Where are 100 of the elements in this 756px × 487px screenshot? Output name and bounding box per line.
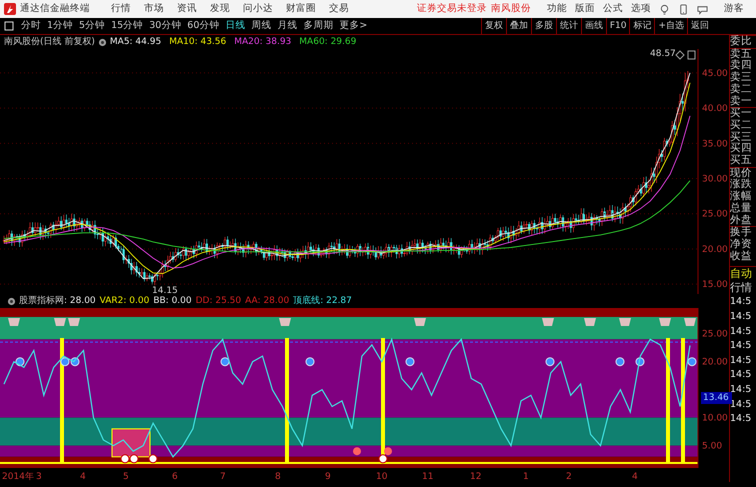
- axis-label: 5: [123, 472, 129, 482]
- axis-label: 25.00: [702, 330, 728, 340]
- period-tab[interactable]: 周线: [248, 18, 274, 34]
- notch-marker: [279, 318, 291, 326]
- quote-label: 买四: [730, 143, 753, 154]
- quote-label: 收益: [730, 250, 753, 262]
- marker-dot: [616, 357, 624, 366]
- toolbar-button[interactable]: 多股: [530, 18, 556, 34]
- user-name[interactable]: 游客: [724, 2, 744, 16]
- message-icon[interactable]: [697, 4, 708, 14]
- toolbar-button[interactable]: 画线: [580, 18, 606, 34]
- notch-marker: [584, 318, 596, 326]
- notch-marker: [68, 318, 80, 326]
- legend-label: MA5: 44.95: [110, 36, 162, 49]
- menu-item[interactable]: 行情: [111, 2, 131, 16]
- menu-item[interactable]: 发现: [210, 2, 230, 16]
- axis-label: 10: [376, 472, 388, 482]
- period-tab[interactable]: 分时: [18, 18, 44, 34]
- menu-item[interactable]: 市场: [144, 2, 164, 16]
- quote-label: 买五: [730, 155, 753, 167]
- panel-icon[interactable]: [688, 50, 696, 60]
- period-tab[interactable]: 5分钟: [76, 18, 108, 34]
- marker-dot: [148, 454, 158, 464]
- time-label: 14:5: [730, 339, 752, 354]
- quote-label: 涨跌: [730, 179, 753, 190]
- quote-label: 卖四: [730, 60, 753, 72]
- toolbar-button[interactable]: 标记: [629, 18, 654, 34]
- axis-label: 20.00: [702, 358, 728, 368]
- diamond-icon[interactable]: [675, 50, 685, 60]
- signal-block: [112, 428, 150, 458]
- marker-dot: [220, 357, 230, 366]
- axis-label: 25.00: [702, 210, 728, 220]
- period-tab[interactable]: 更多>: [336, 18, 370, 34]
- marker-dot: [378, 454, 388, 464]
- menu-item[interactable]: 问小达: [243, 2, 273, 16]
- axis-label: 6: [172, 472, 178, 482]
- period-tab[interactable]: 多周期: [300, 18, 336, 34]
- axis-label: 2: [566, 472, 572, 482]
- quote-label: 总量: [730, 202, 753, 214]
- period-tab[interactable]: 30分钟: [146, 18, 184, 34]
- legend-label: MA60: 29.69: [299, 36, 356, 49]
- menu-item[interactable]: 财富圈: [286, 2, 316, 16]
- toolbar-button[interactable]: +自选: [654, 18, 687, 34]
- panel-toggle-icon[interactable]: [4, 21, 14, 31]
- period-tab[interactable]: 60分钟: [184, 18, 222, 34]
- settings-icon[interactable]: [7, 296, 16, 306]
- indicator-value: BB: 0.00: [153, 295, 192, 308]
- toolbar-button[interactable]: F10: [606, 18, 630, 34]
- quote-label: 涨幅: [730, 191, 753, 202]
- axis-label: 8: [275, 472, 281, 482]
- toolbar-button[interactable]: 统计: [556, 18, 581, 34]
- menu-item[interactable]: 功能: [547, 2, 567, 16]
- login-status-link[interactable]: 证券交易未登录: [417, 2, 487, 16]
- toolbar-button[interactable]: 返回: [687, 18, 712, 34]
- indicator-value: DD: 25.50: [196, 295, 242, 308]
- toolbar-button[interactable]: 叠加: [506, 18, 531, 34]
- notch-marker: [8, 318, 20, 326]
- period-tab[interactable]: 1分钟: [44, 18, 76, 34]
- lightbulb-icon[interactable]: [659, 4, 670, 14]
- menu-item[interactable]: 选项: [631, 2, 651, 16]
- marker-dot: [306, 357, 314, 366]
- marker-dot: [70, 357, 80, 366]
- stock-name-link[interactable]: 南风股份: [491, 2, 531, 16]
- auto-label[interactable]: 自动: [730, 267, 756, 282]
- axis-label: 20.00: [702, 244, 728, 255]
- quote-label: 卖五: [730, 48, 753, 60]
- axis-label: 30.00: [702, 174, 728, 185]
- indicator-value: VAR2: 0.00: [100, 295, 150, 308]
- time-label: 14:5: [730, 354, 752, 368]
- period-tab[interactable]: 月线: [274, 18, 300, 34]
- legend-label: 顶底线: 22.87: [293, 294, 352, 308]
- axis-label: 2014年: [2, 472, 34, 482]
- app-logo-icon: [4, 3, 16, 15]
- settings-icon[interactable]: [98, 38, 107, 46]
- time-label: 14:5: [730, 310, 752, 324]
- period-tab[interactable]: 日线: [222, 18, 248, 34]
- notch-marker: [54, 318, 66, 326]
- marker-dot: [406, 357, 414, 366]
- phone-icon[interactable]: [678, 4, 689, 14]
- quote-label: 卖一: [730, 96, 753, 108]
- toolbar-button[interactable]: 复权: [480, 18, 506, 34]
- notch-marker: [619, 318, 631, 326]
- menu-item[interactable]: 版面: [575, 2, 595, 16]
- app-name: 通达信金融终端: [20, 2, 90, 16]
- chart-title: 南风股份(日线 前复权): [4, 36, 95, 49]
- period-tab[interactable]: 15分钟: [108, 18, 146, 34]
- indicator-value: : 28.00: [64, 295, 96, 308]
- indicator-value: AA: 28.00: [245, 295, 290, 308]
- quote-label: 卖三: [730, 72, 753, 84]
- legend-label: MA20: 38.93: [234, 36, 292, 49]
- marker-dot: [353, 447, 361, 456]
- time-label: 14:5: [730, 382, 752, 397]
- notch-marker: [659, 318, 671, 326]
- legend-label: MA10: 43.56: [169, 36, 226, 49]
- time-label: 14:5: [730, 412, 752, 426]
- menu-item[interactable]: 公式: [603, 2, 623, 16]
- axis-label: 4: [80, 472, 86, 482]
- quote-label: 净资: [730, 238, 753, 250]
- menu-item[interactable]: 资讯: [177, 2, 197, 16]
- menu-item[interactable]: 交易: [329, 2, 349, 16]
